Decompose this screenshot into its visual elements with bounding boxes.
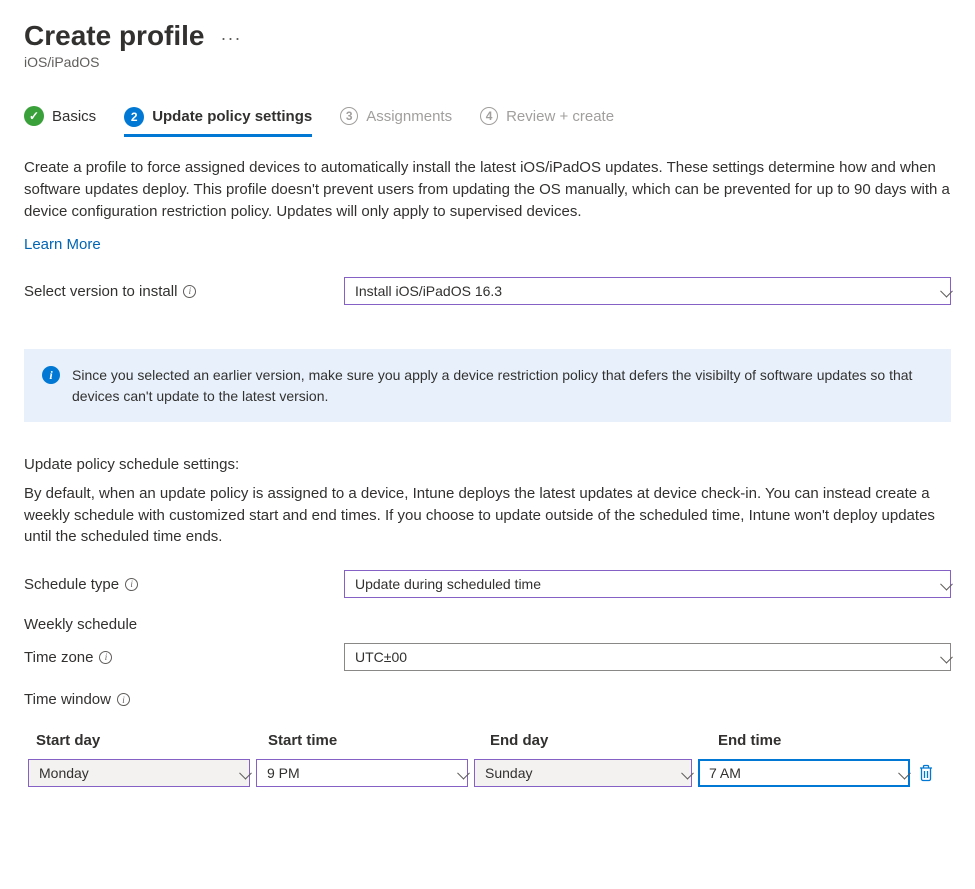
end-time-select[interactable]: 7 AM (698, 759, 910, 787)
info-banner: Since you selected an earlier version, m… (24, 349, 951, 422)
schedule-heading: Update policy schedule settings: (24, 456, 951, 473)
col-header-endday: End day (490, 732, 708, 749)
wizard-step-basics[interactable]: Basics (24, 106, 96, 136)
timezone-label: Time zone (24, 649, 344, 666)
time-window-header: Start day Start time End day End time (24, 732, 951, 759)
timezone-select[interactable]: UTC±00 (344, 643, 951, 671)
page-title: Create profile (24, 20, 205, 52)
schedule-description: By default, when an update policy is ass… (24, 483, 951, 548)
info-icon (42, 366, 60, 384)
col-header-starttime: Start time (268, 732, 480, 749)
step-label: Basics (52, 108, 96, 125)
info-icon[interactable] (125, 578, 138, 591)
version-label: Select version to install (24, 283, 344, 300)
step-label: Update policy settings (152, 108, 312, 125)
info-banner-text: Since you selected an earlier version, m… (72, 365, 933, 406)
col-header-startday: Start day (36, 732, 258, 749)
more-actions-icon[interactable]: ··· (221, 28, 242, 49)
time-window-label: Time window (24, 691, 951, 708)
wizard-steps: Basics 2 Update policy settings 3 Assign… (24, 106, 951, 137)
wizard-step-update-policy[interactable]: 2 Update policy settings (124, 107, 312, 137)
start-time-select[interactable]: 9 PM (256, 759, 468, 787)
step-number-icon: 2 (124, 107, 144, 127)
step-label: Review + create (506, 108, 614, 125)
wizard-step-review[interactable]: 4 Review + create (480, 107, 614, 135)
learn-more-link[interactable]: Learn More (24, 236, 101, 253)
start-day-select[interactable]: Monday (28, 759, 250, 787)
time-window-row: Monday 9 PM Sunday 7 AM (24, 759, 951, 787)
step-number-icon: 4 (480, 107, 498, 125)
info-icon[interactable] (117, 693, 130, 706)
step-number-icon: 3 (340, 107, 358, 125)
info-icon[interactable] (183, 285, 196, 298)
weekly-schedule-heading: Weekly schedule (24, 616, 951, 633)
step-label: Assignments (366, 108, 452, 125)
version-select[interactable]: Install iOS/iPadOS 16.3 (344, 277, 951, 305)
col-header-endtime: End time (718, 732, 936, 749)
info-icon[interactable] (99, 651, 112, 664)
end-day-select[interactable]: Sunday (474, 759, 692, 787)
schedule-type-label: Schedule type (24, 576, 344, 593)
wizard-step-assignments[interactable]: 3 Assignments (340, 107, 452, 135)
check-icon (24, 106, 44, 126)
intro-description: Create a profile to force assigned devic… (24, 157, 951, 222)
page-subtitle: iOS/iPadOS (24, 54, 951, 70)
delete-row-icon[interactable] (916, 762, 936, 784)
schedule-type-select[interactable]: Update during scheduled time (344, 570, 951, 598)
